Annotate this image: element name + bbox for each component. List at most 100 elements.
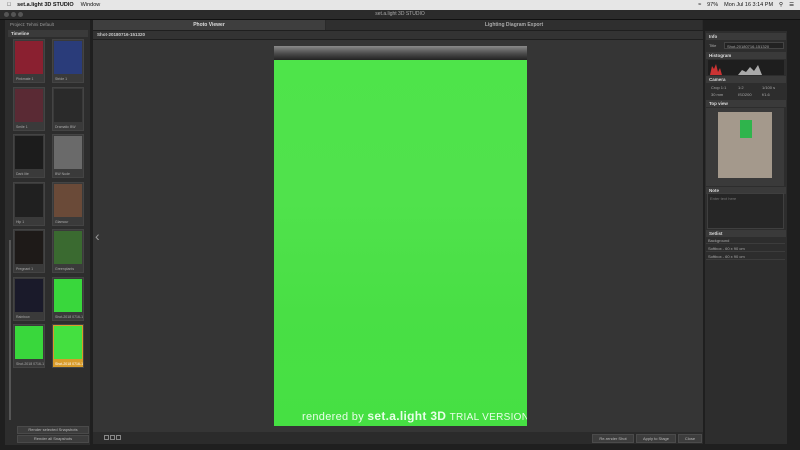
histogram-header: Histogram	[706, 52, 786, 59]
camera-ratio: 1:2	[738, 85, 744, 90]
thumbnail-image	[15, 278, 43, 312]
top-view-header: Top view	[706, 100, 786, 107]
apple-menu-icon[interactable]: 	[7, 2, 11, 8]
timeline-thumbnail[interactable]: Smile 1	[13, 86, 45, 131]
minimize-window-icon[interactable]	[11, 12, 16, 17]
thumbnail-image	[54, 183, 82, 217]
camera-shutter: 1/100 s	[762, 85, 776, 90]
info-header: Info	[706, 33, 786, 40]
window-menu[interactable]: Window	[81, 2, 101, 8]
window-title-bar: set.a.light 3D STUDIO	[0, 10, 800, 20]
timeline-thumbnail[interactable]: Shot-2018 0716-150515	[13, 324, 45, 368]
setlist-item[interactable]: Softbox - 60 x 90 cm	[706, 245, 785, 252]
thumbnail-caption: Shot-2018 0716-140700	[55, 314, 83, 319]
thumbnail-caption: Hip 1	[16, 219, 25, 224]
green-background-icon	[740, 120, 752, 138]
thumbnail-caption: Pinkmate 1	[16, 77, 34, 81]
close-window-icon[interactable]	[4, 12, 9, 17]
thumbnail-caption: Pregnant 1	[16, 267, 34, 271]
title-field[interactable]: Shot-20180716-151320	[724, 42, 784, 49]
studio-floor	[718, 112, 772, 178]
previous-shot-arrow-icon[interactable]: ‹	[95, 228, 100, 244]
thumbnail-image	[15, 326, 43, 359]
shot-name-bar: Shot-20180716-151320	[93, 31, 703, 39]
timeline-thumbnail[interactable]: Pregnant 1	[13, 229, 45, 273]
thumbnail-caption: Smile 1	[16, 124, 28, 129]
timeline-thumbnail[interactable]: Dramatic BW	[52, 86, 84, 131]
timeline-thumbnail[interactable]: Rainbow	[13, 276, 45, 321]
menu-list-icon[interactable]: ☰	[789, 2, 794, 8]
search-icon[interactable]: ⚲	[779, 2, 783, 8]
thumbnail-caption: Dark lite	[16, 172, 29, 176]
app-menu[interactable]: set.a.light 3D STUDIO	[17, 2, 74, 8]
camera-header: Camera	[706, 76, 786, 83]
setlist-header: Setlist	[706, 230, 786, 237]
thumbnail-image	[15, 136, 43, 169]
thumbnail-image	[54, 88, 82, 122]
timeline-thumbnail[interactable]: Shot-2018 0716-140700	[52, 276, 84, 321]
timeline-header: Timeline	[8, 30, 88, 37]
thumbnail-image	[15, 88, 43, 122]
wifi-icon[interactable]: ≈	[698, 2, 701, 8]
thumbnail-caption: Glamour	[55, 219, 69, 224]
window-title: set.a.light 3D STUDIO	[375, 11, 425, 17]
render-selected-snapshots-button[interactable]: Render selected Snapshots	[17, 426, 89, 434]
thumbnail-caption: Greenplants	[55, 267, 75, 271]
setlist-item[interactable]: Softbox - 60 x 90 cm	[706, 253, 785, 260]
thumbnail-image	[54, 41, 82, 74]
thumbnail-caption: BW Nude	[55, 172, 70, 176]
histogram-chart	[710, 64, 762, 75]
timeline-thumbnail[interactable]: Dark lite	[13, 134, 45, 178]
clock[interactable]: Mon Jul 16 3:14 PM	[724, 2, 773, 8]
grid-view-icon[interactable]	[116, 435, 121, 440]
zoom-window-icon[interactable]	[18, 12, 23, 17]
thumbnail-image	[54, 136, 82, 169]
project-label: Project: Tehmi Default	[10, 22, 54, 27]
thumbnail-image	[54, 278, 82, 312]
watermark-brand: set.a.light 3D	[367, 409, 447, 423]
timeline-scrollbar[interactable]	[9, 240, 11, 420]
timeline-thumbnail[interactable]: Glamour	[52, 181, 84, 226]
title-label: Title	[709, 43, 717, 48]
watermark-rendered-by: rendered by	[302, 411, 368, 423]
photo-top-edge	[274, 46, 527, 60]
thumbnail-image	[54, 231, 82, 264]
watermark-trial-version: TRIAL VERSION	[449, 412, 527, 423]
setlist-item[interactable]: Background	[706, 237, 785, 244]
rendered-photo: rendered by set.a.light 3D TRIAL VERSION	[274, 46, 527, 426]
camera-aperture: f/1.6	[762, 92, 770, 97]
thumbnail-caption: Rainbow	[16, 314, 30, 319]
battery-level[interactable]: 97%	[707, 2, 718, 8]
camera-focal-length: 30 mm	[711, 92, 724, 97]
thumbnail-image	[15, 41, 43, 74]
timeline-thumbnail[interactable]: Pinkmate 1	[13, 39, 45, 83]
thumbnail-caption: Stride 1	[55, 77, 68, 81]
camera-iso: ISO200	[738, 92, 752, 97]
timeline-thumbnails: Pinkmate 1 Stride 1 Smile 1 Dramatic BW Dark…	[13, 39, 89, 379]
top-view-diagram	[706, 108, 784, 186]
timeline-thumbnail[interactable]: Hip 1	[13, 181, 45, 226]
thumbnail-image	[15, 231, 43, 264]
thumbnail-image	[54, 326, 82, 359]
thumbnail-image	[15, 183, 43, 217]
single-view-icon[interactable]	[104, 435, 109, 440]
close-button[interactable]: Close	[678, 434, 702, 443]
split-view-icon[interactable]	[110, 435, 115, 440]
render-all-snapshots-button[interactable]: Render all Snapshots	[17, 435, 89, 443]
timeline-thumbnail[interactable]: Stride 1	[52, 39, 84, 83]
timeline-thumbnail[interactable]: Shot-2018 0716-151320	[52, 324, 84, 368]
thumbnail-caption: Shot-2018 0716-151320	[55, 362, 83, 366]
re-render-shot-button[interactable]: Re-render Shot	[592, 434, 634, 443]
timeline-thumbnail[interactable]: BW Nude	[52, 134, 84, 178]
thumbnail-caption: Shot-2018 0716-150515	[16, 362, 44, 366]
thumbnail-caption: Dramatic BW	[55, 124, 76, 129]
tab-lighting-diagram-export[interactable]: Lighting Diagram Export	[326, 20, 702, 30]
timeline-thumbnail[interactable]: Greenplants	[52, 229, 84, 273]
mac-menu-bar:  set.a.light 3D STUDIO Window ≈ 97% Mon…	[0, 0, 800, 10]
camera-crop: Crop 1:1	[711, 85, 727, 90]
tab-photo-viewer[interactable]: Photo Viewer	[93, 20, 325, 30]
note-textarea[interactable]: Enter text here	[707, 193, 784, 229]
apply-to-stage-button[interactable]: Apply to Stage	[636, 434, 676, 443]
trial-watermark: rendered by set.a.light 3D TRIAL VERSION	[302, 409, 527, 423]
histogram	[708, 60, 784, 75]
